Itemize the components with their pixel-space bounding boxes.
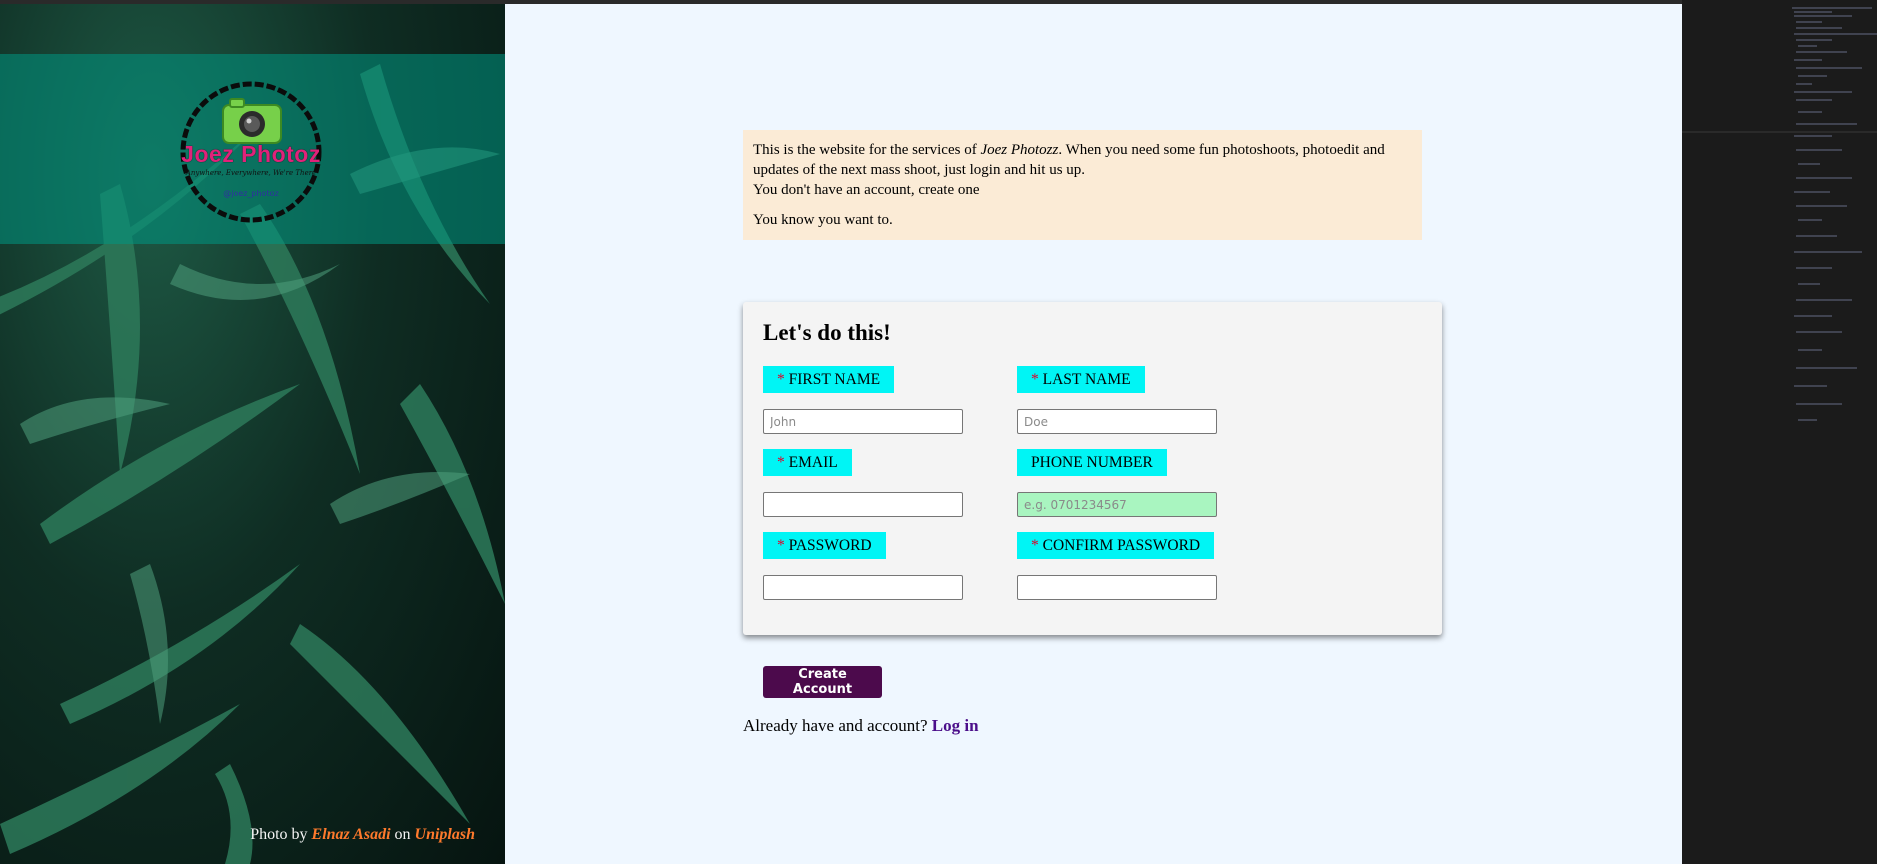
form-heading: Let's do this! <box>763 320 891 345</box>
first-name-label-text: FIRST NAME <box>788 371 881 388</box>
create-account-button[interactable]: Create Account <box>763 666 882 698</box>
phone-label-text: PHONE NUMBER <box>1031 454 1153 471</box>
brand-logo[interactable]: Joez Photoz Anywhere, Everywhere, We're … <box>178 77 324 227</box>
login-prompt-text: Already have and account? <box>743 716 928 735</box>
hero-image-panel: Joez Photoz Anywhere, Everywhere, We're … <box>0 4 505 864</box>
email-label: * EMAIL <box>763 449 852 476</box>
confirm-password-label: * CONFIRM PASSWORD <box>1017 532 1215 559</box>
required-mark: * <box>777 371 785 388</box>
required-mark: * <box>777 454 785 471</box>
password-label: * PASSWORD <box>763 532 886 559</box>
last-name-input[interactable] <box>1017 409 1217 434</box>
login-link[interactable]: Log in <box>932 716 979 735</box>
intro-line-2: You don't have an account, create one <box>753 182 980 198</box>
required-mark: * <box>777 537 785 554</box>
credit-prefix: Photo by <box>250 826 308 843</box>
confirm-password-label-text: CONFIRM PASSWORD <box>1042 537 1201 554</box>
credit-source-link[interactable]: Uniplash <box>415 826 475 843</box>
intro-paragraph: This is the website for the services of … <box>753 140 1412 180</box>
main-content: This is the website for the services of … <box>505 4 1682 864</box>
password-label-text: PASSWORD <box>788 537 872 554</box>
required-mark: * <box>1031 537 1039 554</box>
minimap-lines <box>1682 7 1877 421</box>
logo-title: Joez Photoz <box>181 141 321 167</box>
first-name-input[interactable] <box>763 409 963 434</box>
last-name-label-text: LAST NAME <box>1042 371 1131 388</box>
phone-label: PHONE NUMBER <box>1017 449 1167 476</box>
confirm-password-input[interactable] <box>1017 575 1217 600</box>
photo-credit: Photo by Elnaz Asadi on Uniplash <box>250 826 475 844</box>
signup-form-card: Let's do this! * FIRST NAME * LAST NAME … <box>743 302 1442 635</box>
credit-author-link[interactable]: Elnaz Asadi <box>312 826 391 843</box>
credit-middle: on <box>394 826 411 843</box>
first-name-label: * FIRST NAME <box>763 366 895 393</box>
phone-input[interactable] <box>1017 492 1217 517</box>
password-input[interactable] <box>763 575 963 600</box>
code-editor-minimap[interactable] <box>1682 0 1877 864</box>
logo-tagline: Anywhere, Everywhere, We're There <box>185 169 317 177</box>
required-mark: * <box>1031 371 1039 388</box>
intro-text-before: This is the website for the services of <box>753 142 981 158</box>
intro-line-3: You know you want to. <box>753 212 893 228</box>
last-name-label: * LAST NAME <box>1017 366 1145 393</box>
logo-handle: @joez_photoz <box>223 189 279 198</box>
camera-icon <box>222 98 282 144</box>
login-prompt: Already have and account? Log in <box>743 716 979 736</box>
email-input[interactable] <box>763 492 963 517</box>
email-label-text: EMAIL <box>788 454 838 471</box>
intro-box: This is the website for the services of … <box>743 130 1422 240</box>
intro-brand: Joez Photozz <box>980 142 1059 158</box>
